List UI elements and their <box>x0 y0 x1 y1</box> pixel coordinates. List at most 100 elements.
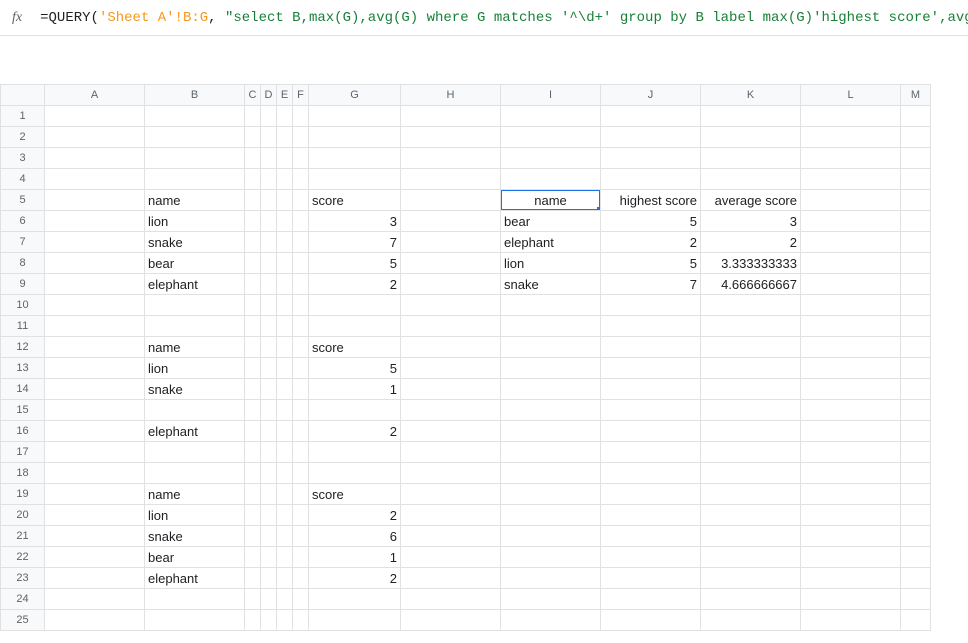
cell-E14[interactable] <box>277 379 293 400</box>
cell-G18[interactable] <box>309 463 401 484</box>
cell-G21[interactable]: 6 <box>309 526 401 547</box>
cell-I17[interactable] <box>501 442 601 463</box>
cell-M3[interactable] <box>901 148 931 169</box>
cell-G3[interactable] <box>309 148 401 169</box>
cell-L24[interactable] <box>801 589 901 610</box>
row-header-14[interactable]: 14 <box>1 379 45 400</box>
cell-L23[interactable] <box>801 568 901 589</box>
row-header-5[interactable]: 5 <box>1 190 45 211</box>
cell-L12[interactable] <box>801 337 901 358</box>
cell-K11[interactable] <box>701 316 801 337</box>
row-header-12[interactable]: 12 <box>1 337 45 358</box>
cell-G7[interactable]: 7 <box>309 232 401 253</box>
row-header-6[interactable]: 6 <box>1 211 45 232</box>
row-header-24[interactable]: 24 <box>1 589 45 610</box>
cell-C10[interactable] <box>245 295 261 316</box>
cell-F24[interactable] <box>293 589 309 610</box>
row-header-4[interactable]: 4 <box>1 169 45 190</box>
cell-K7[interactable]: 2 <box>701 232 801 253</box>
cell-D20[interactable] <box>261 505 277 526</box>
cell-F23[interactable] <box>293 568 309 589</box>
cell-L3[interactable] <box>801 148 901 169</box>
cell-E15[interactable] <box>277 400 293 421</box>
cell-L16[interactable] <box>801 421 901 442</box>
cell-K22[interactable] <box>701 547 801 568</box>
column-header-G[interactable]: G <box>309 85 401 106</box>
cell-A15[interactable] <box>45 400 145 421</box>
cell-D12[interactable] <box>261 337 277 358</box>
cell-L18[interactable] <box>801 463 901 484</box>
cell-C15[interactable] <box>245 400 261 421</box>
cell-D16[interactable] <box>261 421 277 442</box>
cell-M16[interactable] <box>901 421 931 442</box>
cell-K14[interactable] <box>701 379 801 400</box>
cell-H19[interactable] <box>401 484 501 505</box>
cell-A13[interactable] <box>45 358 145 379</box>
cell-B2[interactable] <box>145 127 245 148</box>
cell-I15[interactable] <box>501 400 601 421</box>
cell-J14[interactable] <box>601 379 701 400</box>
cell-H14[interactable] <box>401 379 501 400</box>
cell-B20[interactable]: lion <box>145 505 245 526</box>
cell-F18[interactable] <box>293 463 309 484</box>
cell-D2[interactable] <box>261 127 277 148</box>
cell-E18[interactable] <box>277 463 293 484</box>
cell-L14[interactable] <box>801 379 901 400</box>
cell-F1[interactable] <box>293 106 309 127</box>
cell-K1[interactable] <box>701 106 801 127</box>
cell-A14[interactable] <box>45 379 145 400</box>
cell-D7[interactable] <box>261 232 277 253</box>
cell-A9[interactable] <box>45 274 145 295</box>
cell-E3[interactable] <box>277 148 293 169</box>
cell-G5[interactable]: score <box>309 190 401 211</box>
cell-M21[interactable] <box>901 526 931 547</box>
cell-D10[interactable] <box>261 295 277 316</box>
cell-A6[interactable] <box>45 211 145 232</box>
row-header-17[interactable]: 17 <box>1 442 45 463</box>
cell-K24[interactable] <box>701 589 801 610</box>
cell-B22[interactable]: bear <box>145 547 245 568</box>
cell-D3[interactable] <box>261 148 277 169</box>
cell-C8[interactable] <box>245 253 261 274</box>
cell-B15[interactable] <box>145 400 245 421</box>
cell-F25[interactable] <box>293 610 309 631</box>
cell-G10[interactable] <box>309 295 401 316</box>
row-header-1[interactable]: 1 <box>1 106 45 127</box>
cell-M12[interactable] <box>901 337 931 358</box>
cell-C22[interactable] <box>245 547 261 568</box>
cell-L21[interactable] <box>801 526 901 547</box>
cell-L15[interactable] <box>801 400 901 421</box>
cell-I1[interactable] <box>501 106 601 127</box>
cell-J13[interactable] <box>601 358 701 379</box>
cell-I21[interactable] <box>501 526 601 547</box>
cell-B23[interactable]: elephant <box>145 568 245 589</box>
cell-K2[interactable] <box>701 127 801 148</box>
cell-J2[interactable] <box>601 127 701 148</box>
cell-B19[interactable]: name <box>145 484 245 505</box>
cell-K20[interactable] <box>701 505 801 526</box>
cell-G8[interactable]: 5 <box>309 253 401 274</box>
cell-H25[interactable] <box>401 610 501 631</box>
cell-H17[interactable] <box>401 442 501 463</box>
cell-C11[interactable] <box>245 316 261 337</box>
column-header-J[interactable]: J <box>601 85 701 106</box>
cell-E11[interactable] <box>277 316 293 337</box>
cell-D17[interactable] <box>261 442 277 463</box>
cell-B9[interactable]: elephant <box>145 274 245 295</box>
cell-C6[interactable] <box>245 211 261 232</box>
cell-I19[interactable] <box>501 484 601 505</box>
cell-H20[interactable] <box>401 505 501 526</box>
cell-B25[interactable] <box>145 610 245 631</box>
cell-I11[interactable] <box>501 316 601 337</box>
cell-C9[interactable] <box>245 274 261 295</box>
cell-D11[interactable] <box>261 316 277 337</box>
cell-I20[interactable] <box>501 505 601 526</box>
row-header-9[interactable]: 9 <box>1 274 45 295</box>
cell-I10[interactable] <box>501 295 601 316</box>
cell-C14[interactable] <box>245 379 261 400</box>
column-header-D[interactable]: D <box>261 85 277 106</box>
cell-J8[interactable]: 5 <box>601 253 701 274</box>
cell-G1[interactable] <box>309 106 401 127</box>
cell-A8[interactable] <box>45 253 145 274</box>
cell-A25[interactable] <box>45 610 145 631</box>
